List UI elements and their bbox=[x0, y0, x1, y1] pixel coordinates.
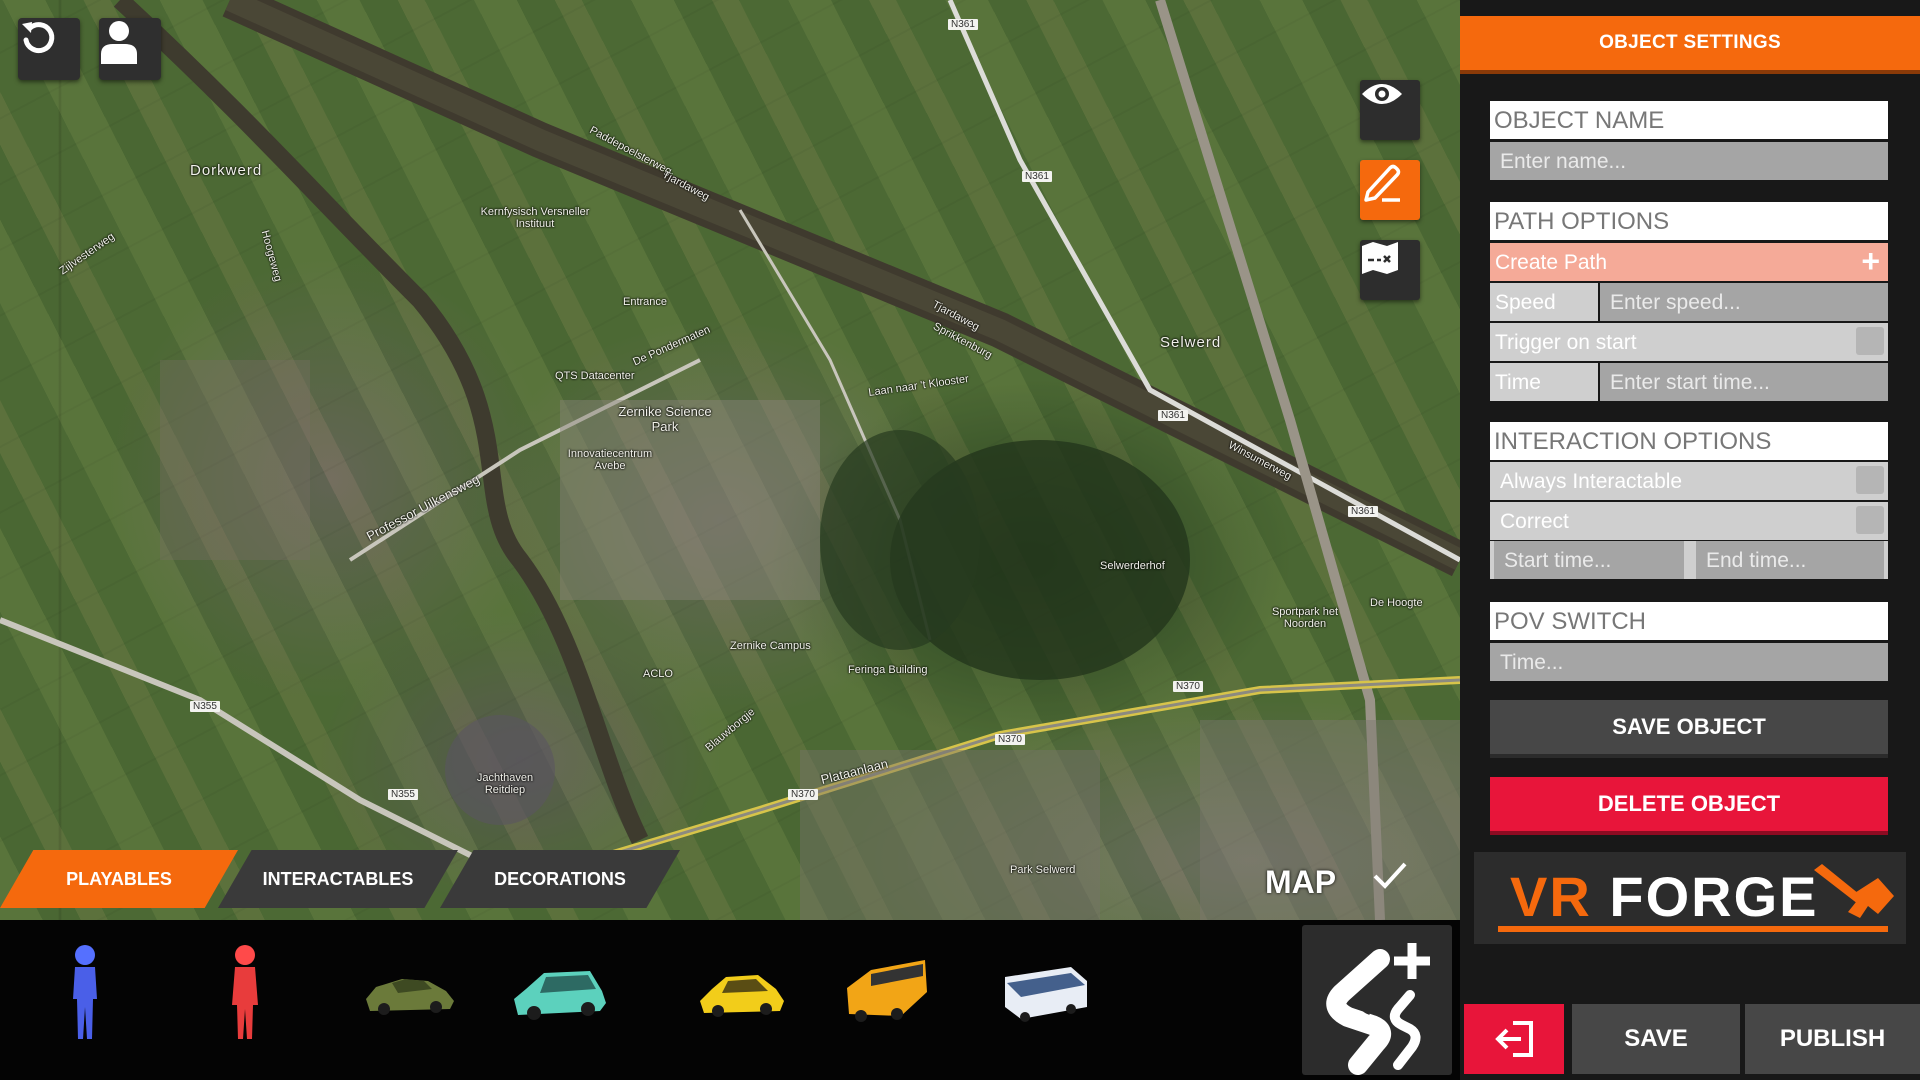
object-settings-panel: OBJECT SETTINGS OBJECT NAME Enter name..… bbox=[1460, 0, 1920, 1080]
map-label-feringa: Feringa Building bbox=[848, 664, 928, 676]
road-marker-n361-b: N361 bbox=[1022, 171, 1052, 182]
tab-interactables[interactable]: INTERACTABLES bbox=[218, 850, 458, 908]
correct-label: Correct bbox=[1490, 502, 1888, 540]
object-name-title: OBJECT NAME bbox=[1490, 101, 1888, 139]
bus-icon bbox=[847, 960, 927, 1022]
map-label-dorkwerd: Dorkwerd bbox=[190, 162, 263, 179]
map-label-jachthaven: Jachthaven Reitdiep bbox=[476, 772, 534, 796]
road-marker-n361-a: N361 bbox=[948, 19, 978, 30]
road-add-icon bbox=[1326, 943, 1430, 1075]
item-green-sedan[interactable] bbox=[360, 928, 460, 1058]
pov-switch-title: POV SWITCH bbox=[1490, 602, 1888, 640]
pencil-icon bbox=[1364, 164, 1401, 202]
object-name-input[interactable]: Enter name... bbox=[1490, 142, 1888, 180]
logo-underline bbox=[1498, 926, 1888, 932]
map-label-kvi: Kernfysisch Versneller Instituut bbox=[480, 206, 590, 230]
user-icon bbox=[101, 21, 137, 64]
road-marker-n370-b: N370 bbox=[995, 734, 1025, 745]
logo-forge: FORGE bbox=[1609, 865, 1819, 928]
item-yellow-taxi[interactable] bbox=[695, 928, 787, 1058]
trigger-on-start-label: Trigger on start bbox=[1490, 323, 1888, 361]
visibility-button[interactable] bbox=[1360, 80, 1420, 140]
always-interactable-checkbox[interactable] bbox=[1856, 466, 1884, 494]
bus-icon bbox=[1005, 967, 1087, 1022]
car-icon bbox=[514, 971, 606, 1020]
plus-icon: + bbox=[1861, 243, 1880, 279]
create-path-button[interactable]: Create Path + bbox=[1490, 243, 1888, 281]
interaction-options-title: INTERACTION OPTIONS bbox=[1490, 422, 1888, 460]
item-coach-bus[interactable] bbox=[1000, 928, 1090, 1058]
red-person-icon bbox=[232, 945, 258, 1039]
map-label-selwerd: Selwerd bbox=[1160, 334, 1222, 351]
pov-switch-time-input[interactable]: Time... bbox=[1490, 643, 1888, 681]
map-label-aclo: ACLO bbox=[643, 668, 673, 680]
blue-person-icon bbox=[73, 945, 97, 1039]
undo-icon bbox=[22, 22, 55, 54]
road-marker-n370-c: N370 bbox=[788, 789, 818, 800]
hammer-icon bbox=[1814, 864, 1894, 918]
road-marker-n370-a: N370 bbox=[1173, 681, 1203, 692]
item-school-bus[interactable] bbox=[840, 928, 930, 1058]
map-view[interactable]: Dorkwerd Selwerd Paddepoelsterweg Tjarda… bbox=[0, 0, 1460, 920]
tab-decorations[interactable]: DECORATIONS bbox=[440, 850, 680, 908]
object-palette bbox=[0, 920, 1460, 1080]
logo-text: VR FORGE bbox=[1510, 864, 1818, 929]
create-path-label: Create Path bbox=[1495, 251, 1608, 274]
path-options-title: PATH OPTIONS bbox=[1490, 202, 1888, 240]
time-label: Time bbox=[1490, 363, 1598, 401]
car-icon bbox=[366, 979, 454, 1015]
map-roads bbox=[0, 0, 1460, 920]
item-blue-person[interactable] bbox=[55, 928, 115, 1058]
map-title: MAP bbox=[1265, 864, 1337, 900]
profile-button[interactable] bbox=[99, 18, 161, 80]
map-icon bbox=[1362, 242, 1398, 274]
interaction-end-time-input[interactable]: End time... bbox=[1696, 541, 1884, 579]
eye-icon bbox=[1362, 84, 1402, 104]
map-label-sportpark: Sportpark het Noorden bbox=[1271, 606, 1339, 630]
add-path-button[interactable] bbox=[1302, 925, 1452, 1075]
road-marker-n355-b: N355 bbox=[388, 789, 418, 800]
exit-button[interactable] bbox=[1464, 1004, 1564, 1074]
map-route-button[interactable] bbox=[1360, 240, 1420, 300]
save-button[interactable]: SAVE bbox=[1572, 1004, 1740, 1074]
check-icon bbox=[1373, 862, 1407, 889]
interaction-start-time-input[interactable]: Start time... bbox=[1494, 541, 1684, 579]
logo-vr: VR bbox=[1510, 865, 1592, 928]
confirm-button[interactable] bbox=[1372, 860, 1420, 908]
trigger-on-start-checkbox[interactable] bbox=[1856, 327, 1884, 355]
exit-icon bbox=[1495, 1021, 1533, 1057]
correct-checkbox[interactable] bbox=[1856, 506, 1884, 534]
map-label-entrance: Entrance bbox=[623, 296, 668, 308]
tab-playables[interactable]: PLAYABLES bbox=[0, 850, 238, 908]
always-interactable-label: Always Interactable bbox=[1490, 462, 1888, 500]
map-label-innovatie: Innovatiecentrum Avebe bbox=[567, 448, 653, 472]
edit-button[interactable] bbox=[1360, 160, 1420, 220]
speed-input[interactable]: Enter speed... bbox=[1600, 283, 1888, 321]
map-label-selwerderhof: Selwerderhof bbox=[1100, 560, 1165, 572]
vr-forge-logo: VR FORGE bbox=[1474, 852, 1906, 944]
undo-button[interactable] bbox=[18, 18, 80, 80]
map-label-park-selwerd: Park Selwerd bbox=[1010, 864, 1076, 876]
speed-label: Speed bbox=[1490, 283, 1598, 321]
item-red-person[interactable] bbox=[215, 928, 275, 1058]
map-label-zernike-campus: Zernike Campus bbox=[730, 640, 811, 652]
map-label-qts: QTS Datacenter bbox=[555, 370, 635, 382]
save-object-button[interactable]: SAVE OBJECT bbox=[1490, 700, 1888, 754]
item-teal-wagon[interactable] bbox=[508, 928, 612, 1058]
road-marker-n361-d: N361 bbox=[1348, 506, 1378, 517]
delete-object-button[interactable]: DELETE OBJECT bbox=[1490, 777, 1888, 831]
road-marker-n361-c: N361 bbox=[1158, 410, 1188, 421]
start-time-input[interactable]: Enter start time... bbox=[1600, 363, 1888, 401]
map-label-zernike-park: Zernike Science Park bbox=[618, 404, 712, 434]
publish-button[interactable]: PUBLISH bbox=[1745, 1004, 1920, 1074]
map-label-de-hoogte: De Hoogte bbox=[1370, 597, 1423, 609]
panel-header: OBJECT SETTINGS bbox=[1460, 16, 1920, 74]
taxi-icon bbox=[700, 975, 784, 1017]
road-marker-n355-a: N355 bbox=[190, 701, 220, 712]
